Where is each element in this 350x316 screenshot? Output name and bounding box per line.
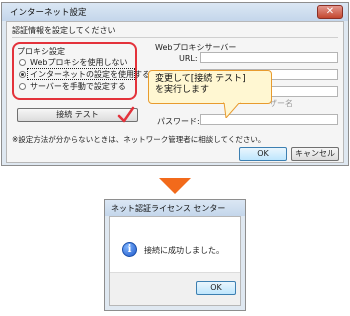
callout-line-2: を実行します [155,85,210,95]
dialog-content: 接続に成功しました。 OK [109,216,241,306]
license-center-dialog: ネット認証ライセンス センター 接続に成功しました。 OK [104,199,246,311]
dialog-footer: OK [110,272,240,305]
dialog-title-bar: ネット認証ライセンス センター [105,200,245,216]
radio-use-internet-settings[interactable] [19,71,26,78]
url-field[interactable] [200,52,338,63]
check-icon [117,106,135,123]
url-label: URL: [179,54,198,63]
instruction-callout: 変更して[接続 テスト] を実行します [148,70,272,104]
window-title: インターネット設定 [10,8,87,18]
radio-label-manual-server[interactable]: サーバーを手動で設定する [30,81,126,92]
dialog-ok-button[interactable]: OK [196,281,236,295]
proxy-settings-title: プロキシ設定 [17,47,65,56]
radio-no-proxy[interactable] [19,59,26,66]
radio-label-use-internet-settings[interactable]: インターネットの設定を使用する [30,69,150,80]
help-note: ※設定方法が分からないときは、ネットワーク管理者に相談してください。 [12,135,266,144]
success-message: 接続に成功しました。 [144,246,224,255]
callout-pointer [223,102,241,118]
title-bar: インターネット設定 ✕ [2,3,348,21]
ok-button[interactable]: OK [239,147,287,161]
divider [12,37,338,38]
callout-line-1: 変更して[接続 テスト] [155,74,246,84]
user-name-label: ザー名 [269,99,293,108]
radio-label-no-proxy[interactable]: Webプロキシを使用しない [30,57,127,68]
cancel-button[interactable]: キャンセル [291,147,339,161]
dialog-title: ネット認証ライセンス センター [111,204,226,213]
info-icon [122,242,137,257]
close-button[interactable]: ✕ [317,5,343,19]
radio-manual-server[interactable] [19,83,26,90]
section-title: 認証情報を設定してください [12,26,116,35]
close-icon: ✕ [325,6,335,17]
down-arrow-icon [159,178,191,194]
password-label: パスワード: [157,117,200,126]
